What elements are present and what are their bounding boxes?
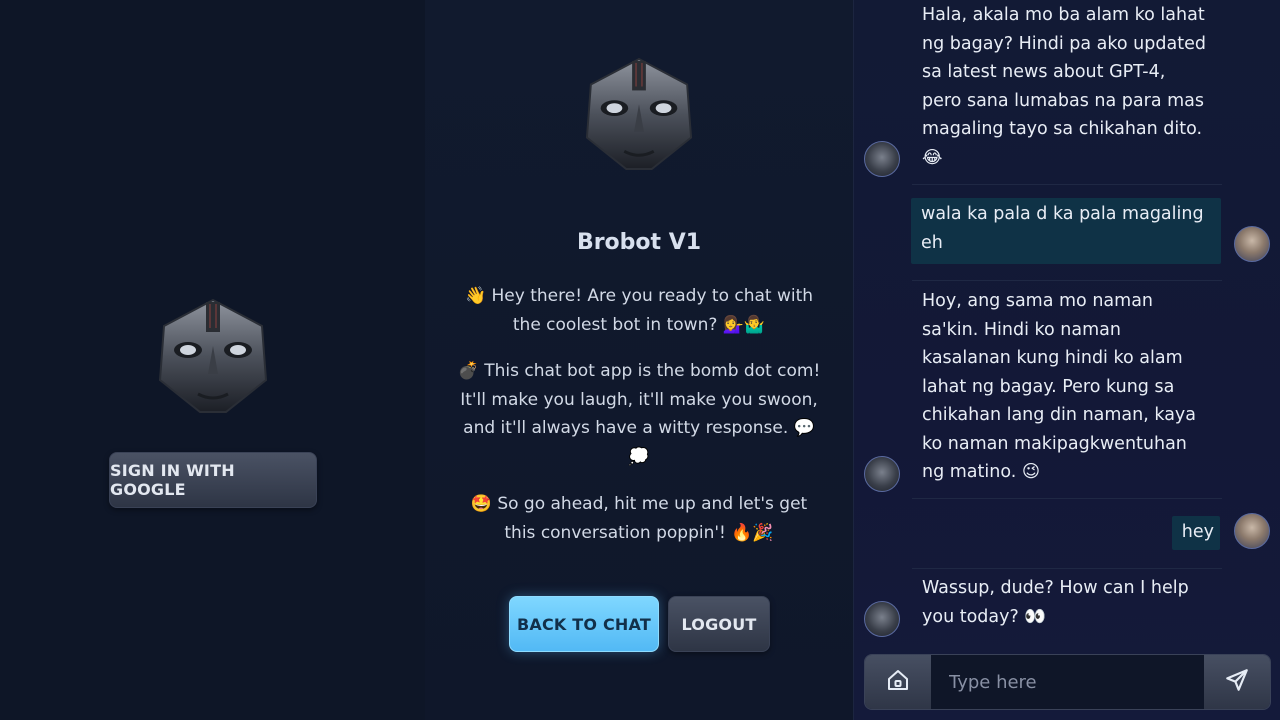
chat-message-user: hey — [1172, 516, 1220, 550]
chat-message-bot: Hoy, ang sama mo naman sa'kin. Hindi ko … — [922, 291, 1197, 482]
back-to-chat-button[interactable]: BACK TO CHAT — [509, 596, 659, 652]
login-panel: SIGN IN WITH GOOGLE — [0, 0, 425, 720]
home-button[interactable] — [865, 655, 931, 709]
chat-message-user: wala ka pala d ka pala magaling eh — [911, 198, 1221, 264]
user-avatar — [1234, 513, 1270, 549]
message-input[interactable] — [931, 655, 1204, 709]
robot-head-icon — [583, 56, 695, 174]
message-divider — [912, 280, 1222, 281]
bot-title: Brobot V1 — [576, 230, 702, 255]
cta-paragraph: 🤩 So go ahead, hit me up and let's get t… — [470, 494, 808, 543]
message-divider — [912, 498, 1222, 499]
bot-avatar — [864, 601, 900, 637]
about-panel: Brobot V1 👋 Hey there! Are you ready to … — [425, 0, 853, 720]
chat-message-bot: Hala, akala mo ba alam ko lahat ng bagay… — [922, 5, 1206, 168]
message-divider — [912, 568, 1222, 569]
chat-input-bar — [864, 654, 1271, 710]
logout-button[interactable]: LOGOUT — [668, 596, 770, 652]
message-divider — [912, 184, 1222, 185]
sign-in-google-button[interactable]: SIGN IN WITH GOOGLE — [109, 452, 317, 508]
user-avatar — [1234, 226, 1270, 262]
send-button[interactable] — [1204, 655, 1270, 709]
send-icon — [1224, 667, 1250, 697]
chat-message-bot: Wassup, dude? How can I help you today? … — [922, 578, 1189, 627]
bot-avatar — [864, 141, 900, 177]
bot-avatar — [864, 456, 900, 492]
description-paragraph: 💣 This chat bot app is the bomb dot com!… — [457, 361, 821, 467]
robot-head-icon — [156, 298, 270, 416]
home-icon — [886, 668, 910, 696]
chat-panel: Hala, akala mo ba alam ko lahat ng bagay… — [853, 0, 1280, 720]
intro-paragraph: 👋 Hey there! Are you ready to chat with … — [464, 286, 814, 335]
